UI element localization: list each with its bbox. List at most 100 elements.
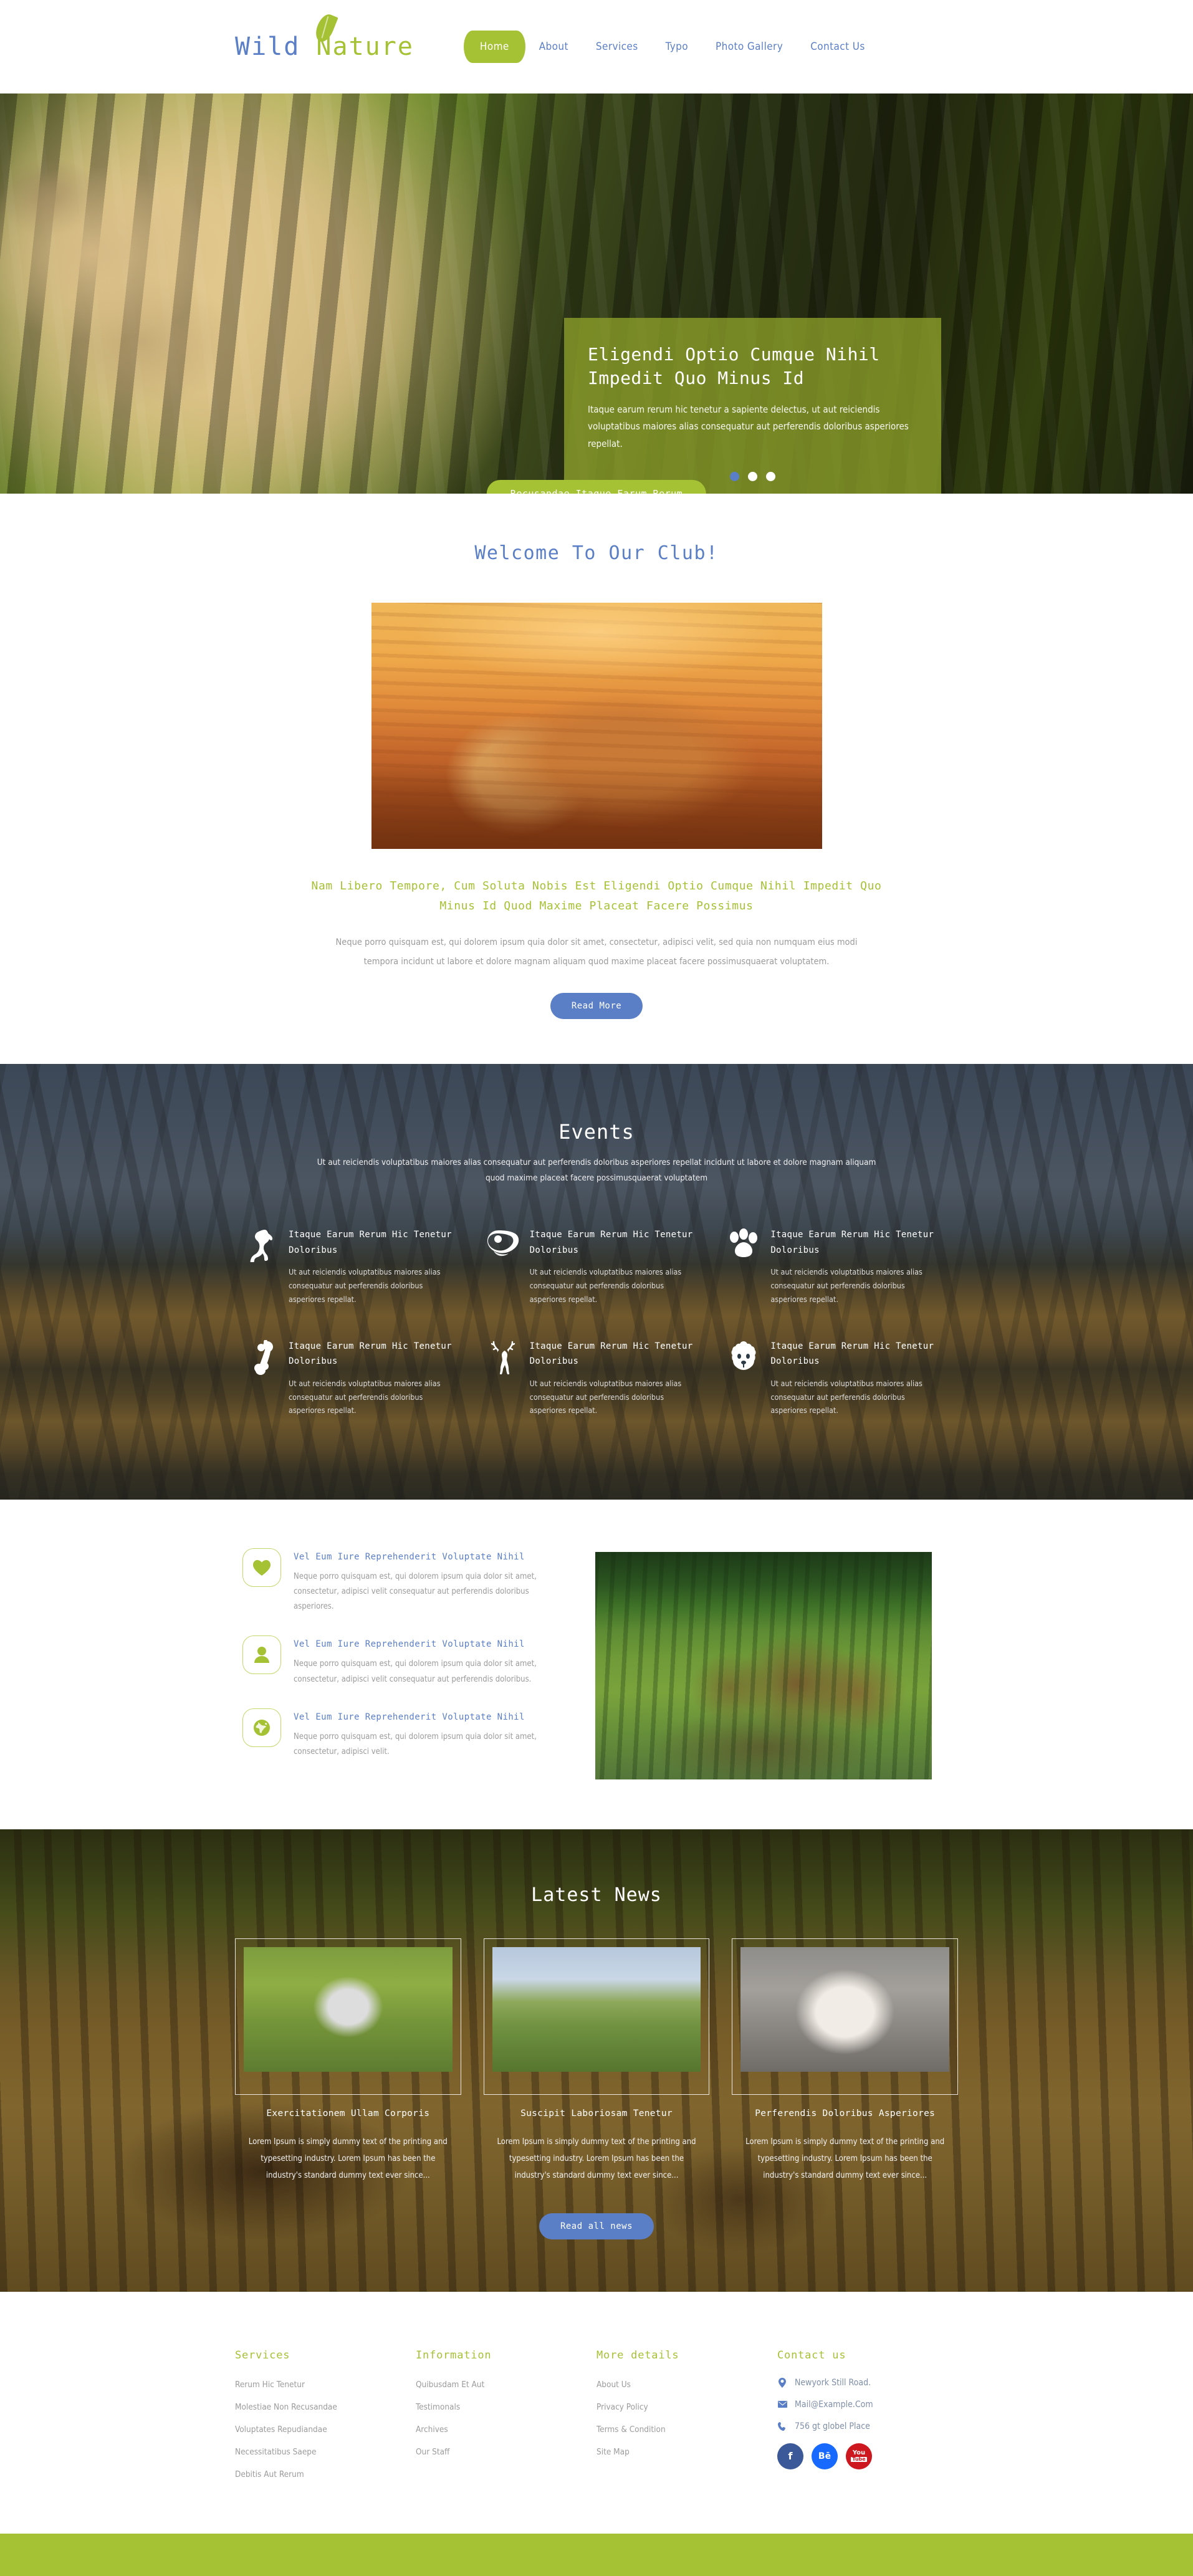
- features-list: Vel Eum Iure Reprehenderit Voluptate Nih…: [235, 1548, 559, 1780]
- site-logo[interactable]: Wild Nature: [223, 11, 414, 61]
- event-text: Ut aut reiciendis voluptatibus maiores a…: [289, 1267, 441, 1304]
- news-grid: Exercitationem Ullam Corporis Lorem Ipsu…: [235, 1938, 959, 2185]
- nav-item-contact-us[interactable]: Contact Us: [797, 33, 879, 60]
- feature-item[interactable]: Vel Eum Iure Reprehenderit Voluptate Nih…: [242, 1708, 559, 1760]
- latest-news-section: Latest News Exercitationem Ullam Corpori…: [0, 1829, 1193, 2292]
- news-thumb-frame: [732, 1938, 959, 2095]
- news-title: Exercitationem Ullam Corporis: [266, 2108, 430, 2119]
- slider-dot-1[interactable]: [730, 471, 739, 481]
- contact-phone-row: 756 gt globel Place: [777, 2421, 939, 2431]
- slider-dot-2[interactable]: [748, 471, 757, 481]
- footer-link[interactable]: About Us: [596, 2380, 631, 2390]
- read-all-news-button[interactable]: Read all news: [539, 2213, 654, 2239]
- nav-item-services[interactable]: Services: [582, 33, 652, 60]
- features-image-deer: [595, 1552, 932, 1780]
- footer-link[interactable]: Molestiae Non Recusandae: [235, 2402, 337, 2412]
- bone-icon: [235, 1339, 289, 1418]
- facebook-icon[interactable]: f: [777, 2443, 803, 2469]
- logo-word-wild: Wild: [235, 32, 300, 61]
- footer-link[interactable]: Testimonals: [416, 2402, 460, 2412]
- feature-item[interactable]: Vel Eum Iure Reprehenderit Voluptate Nih…: [242, 1548, 559, 1614]
- site-footer: Services Rerum Hic Tenetur Molestiae Non…: [0, 2291, 1193, 2534]
- feature-title: Vel Eum Iure Reprehenderit Voluptate Nih…: [294, 1552, 525, 1563]
- nav-item-photo-gallery[interactable]: Photo Gallery: [702, 33, 797, 60]
- footer-column-contact: Contact us Newyork Still Road. Mail@Exam…: [777, 2349, 958, 2490]
- event-text: Ut aut reiciendis voluptatibus maiores a…: [770, 1378, 922, 1415]
- hero-badge-button[interactable]: Recusandae Itaque Earum Rerum: [486, 480, 707, 494]
- welcome-subheading: Nam Libero Tempore, Cum Soluta Nobis Est…: [311, 879, 882, 913]
- feature-title: Vel Eum Iure Reprehenderit Voluptate Nih…: [294, 1639, 525, 1650]
- event-text: Ut aut reiciendis voluptatibus maiores a…: [289, 1378, 441, 1415]
- phone-icon: [777, 2421, 787, 2431]
- nav-item-typo[interactable]: Typo: [652, 33, 702, 60]
- footer-link[interactable]: Archives: [416, 2425, 448, 2435]
- horse-icon: [235, 1227, 289, 1306]
- social-links: f Bē You Tube: [777, 2443, 939, 2469]
- footer-column-title: Information: [416, 2349, 492, 2362]
- event-title: Itaque Earum Rerum Hic Tenetur Doloribus: [770, 1341, 934, 1367]
- news-image-dog: [740, 1946, 950, 2072]
- event-item[interactable]: Itaque Earum Rerum Hic Tenetur Doloribus…: [235, 1227, 476, 1306]
- event-item[interactable]: Itaque Earum Rerum Hic Tenetur Doloribus…: [717, 1227, 958, 1306]
- news-text: Lorem Ipsum is simply dummy text of the …: [248, 2137, 448, 2181]
- events-heading: Events: [558, 1120, 635, 1144]
- footer-link[interactable]: Terms & Condition: [596, 2425, 666, 2435]
- welcome-paragraph: Neque porro quisquam est, qui dolorem ip…: [335, 937, 858, 967]
- event-title: Itaque Earum Rerum Hic Tenetur Doloribus: [289, 1230, 452, 1255]
- news-heading: Latest News: [531, 1884, 662, 1906]
- event-title: Itaque Earum Rerum Hic Tenetur Doloribus: [770, 1230, 934, 1255]
- footer-link[interactable]: Site Map: [596, 2447, 630, 2457]
- envelope-icon: [777, 2401, 787, 2408]
- paw-icon: [717, 1227, 770, 1306]
- youtube-tube-label: Tube: [851, 2456, 867, 2463]
- nav-item-about[interactable]: About: [525, 33, 582, 60]
- news-title: Perferendis Doloribus Asperiores: [755, 2108, 936, 2119]
- event-item[interactable]: Itaque Earum Rerum Hic Tenetur Doloribus…: [476, 1339, 717, 1418]
- welcome-heading: Welcome To Our Club!: [474, 542, 719, 564]
- site-header: Wild Nature Home About Services Typo Pho…: [0, 0, 1193, 93]
- news-thumb-frame: [235, 1938, 461, 2095]
- footer-link[interactable]: Debitis Aut Rerum: [235, 2469, 304, 2479]
- feature-text: Neque porro quisquam est, qui dolorem ip…: [294, 1659, 537, 1684]
- slider-dot-3[interactable]: [766, 471, 775, 481]
- news-image-crane: [244, 1946, 453, 2072]
- footer-link[interactable]: Our Staff: [416, 2447, 449, 2457]
- footer-column-title: More details: [596, 2349, 679, 2362]
- behance-icon[interactable]: Bē: [812, 2443, 838, 2469]
- hero-caption: Eligendi Optio Cumque Nihil Impedit Quo …: [564, 318, 941, 494]
- deer-icon: [476, 1339, 530, 1418]
- footer-column-title: Services: [235, 2349, 290, 2362]
- feature-text: Neque porro quisquam est, qui dolorem ip…: [294, 1731, 537, 1756]
- welcome-section: Welcome To Our Club! Nam Libero Tempore,…: [0, 494, 1193, 1065]
- steak-icon: [476, 1227, 530, 1306]
- event-item[interactable]: Itaque Earum Rerum Hic Tenetur Doloribus…: [717, 1339, 958, 1418]
- event-item[interactable]: Itaque Earum Rerum Hic Tenetur Doloribus…: [476, 1227, 717, 1306]
- event-item[interactable]: Itaque Earum Rerum Hic Tenetur Doloribus…: [235, 1339, 476, 1418]
- main-navigation: Home About Services Typo Photo Gallery C…: [463, 31, 879, 63]
- news-card[interactable]: Perferendis Doloribus Asperiores Lorem I…: [732, 1938, 959, 2185]
- events-grid: Itaque Earum Rerum Hic Tenetur Doloribus…: [235, 1227, 958, 1450]
- news-card[interactable]: Exercitationem Ullam Corporis Lorem Ipsu…: [235, 1938, 461, 2185]
- news-text: Lorem Ipsum is simply dummy text of the …: [745, 2137, 945, 2181]
- events-subheading: Ut aut reiciendis voluptatibus maiores a…: [317, 1157, 876, 1184]
- heart-icon: [242, 1548, 281, 1587]
- footer-link[interactable]: Privacy Policy: [596, 2402, 648, 2412]
- youtube-icon[interactable]: You Tube: [846, 2443, 872, 2469]
- news-card[interactable]: Suscipit Laboriosam Tenetur Lorem Ipsum …: [483, 1938, 710, 2185]
- read-more-button[interactable]: Read More: [550, 993, 643, 1020]
- news-thumb-frame: [483, 1938, 710, 2095]
- contact-email-row[interactable]: Mail@Example.Com: [777, 2400, 939, 2410]
- feature-title: Vel Eum Iure Reprehenderit Voluptate Nih…: [294, 1712, 525, 1722]
- welcome-image-lions: [371, 603, 822, 849]
- nav-item-home[interactable]: Home: [463, 31, 525, 63]
- feature-text: Neque porro quisquam est, qui dolorem ip…: [294, 1572, 537, 1612]
- user-icon: [242, 1635, 281, 1675]
- footer-column-information: Information Quibusdam Et Aut Testimonals…: [416, 2349, 596, 2490]
- footer-column-more-details: More details About Us Privacy Policy Ter…: [596, 2349, 777, 2490]
- footer-link[interactable]: Quibusdam Et Aut: [416, 2380, 484, 2390]
- feature-item[interactable]: Vel Eum Iure Reprehenderit Voluptate Nih…: [242, 1635, 559, 1687]
- footer-link[interactable]: Necessitatibus Saepe: [235, 2447, 317, 2457]
- footer-link[interactable]: Voluptates Repudiandae: [235, 2425, 327, 2435]
- footer-link[interactable]: Rerum Hic Tenetur: [235, 2380, 305, 2390]
- events-section: Events Ut aut reiciendis voluptatibus ma…: [0, 1064, 1193, 1500]
